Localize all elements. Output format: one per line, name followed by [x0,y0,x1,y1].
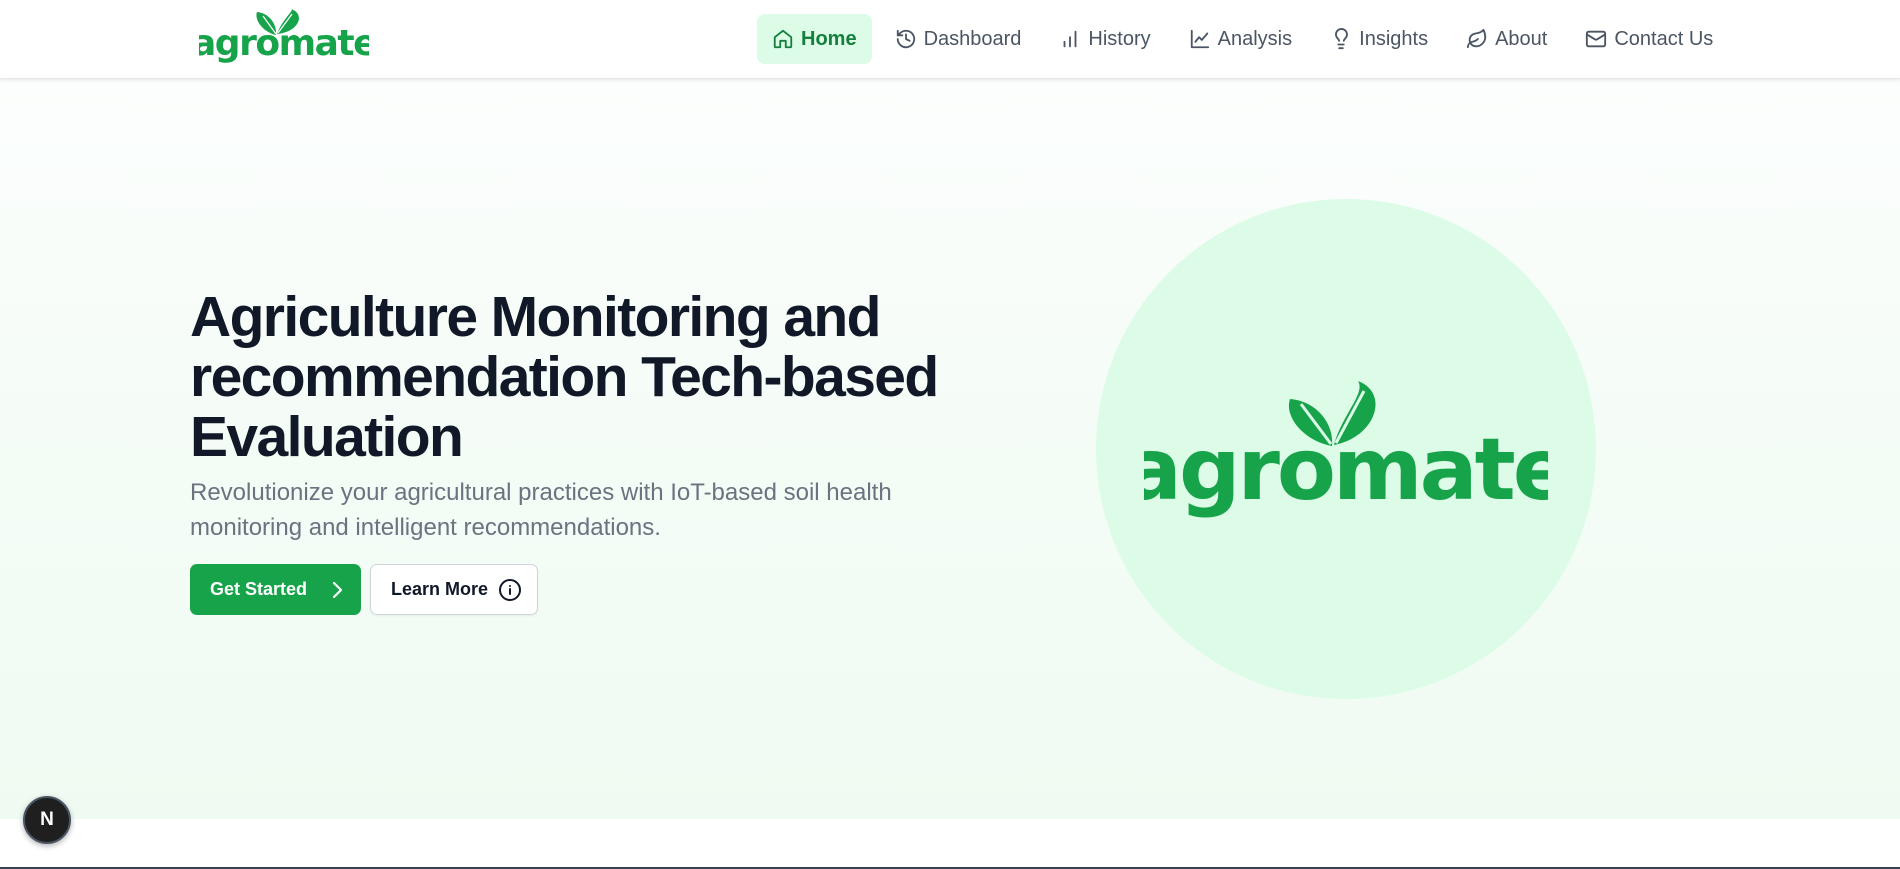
nav-dashboard[interactable]: Dashboard [880,14,1037,64]
svg-text:agromate: agromate [199,23,369,64]
nav-dashboard-label: Dashboard [923,27,1022,50]
agromate-logo-large: agromate [1144,381,1548,520]
hero-subtitle: Revolutionize your agricultural practice… [190,479,892,541]
hero-section: Agriculture Monitoring and recommendatio… [0,79,1900,819]
learn-more-label: Learn More [391,579,489,599]
nav-analysis[interactable]: Analysis [1174,14,1307,64]
learn-more-button[interactable]: Learn More [370,564,538,615]
bar-chart-icon [1064,30,1077,48]
nav-contact-label: Contact Us [1614,27,1714,50]
nav-home-label: Home [801,27,857,50]
line-chart-icon [1190,29,1209,49]
nav-about[interactable]: About [1451,14,1562,64]
main-nav: Home Dashboard History Analysis Insights… [757,14,1728,64]
mail-icon [1586,30,1607,48]
dev-badge-label: N [40,809,54,830]
nav-history[interactable]: History [1044,14,1165,64]
nav-insights[interactable]: Insights [1315,14,1443,64]
lightbulb-icon [1335,28,1348,50]
dev-tools-badge[interactable]: N [23,796,71,844]
nav-analysis-label: Analysis [1217,27,1293,50]
leaf-icon [1466,28,1487,49]
history-icon [896,29,915,49]
nav-insights-label: Insights [1359,27,1429,50]
nav-history-label: History [1088,27,1151,50]
next-section-edge [0,819,1900,869]
info-icon [499,578,522,601]
nav-about-label: About [1495,27,1548,50]
nav-home[interactable]: Home [757,14,872,64]
agromate-logo[interactable]: agromate [199,8,369,70]
chevron-right-icon [332,581,343,598]
nav-contact[interactable]: Contact Us [1570,14,1728,64]
get-started-label: Get Started [210,579,308,599]
svg-text:agromate: agromate [1144,420,1548,520]
home-icon [773,29,793,49]
top-navbar: agromate Home Dashboard History Analysis… [0,0,1900,79]
hero-title: Agriculture Monitoring and recommendatio… [190,285,939,469]
get-started-button[interactable]: Get Started [190,564,361,615]
hero-logo-circle: agromate [1096,199,1596,699]
